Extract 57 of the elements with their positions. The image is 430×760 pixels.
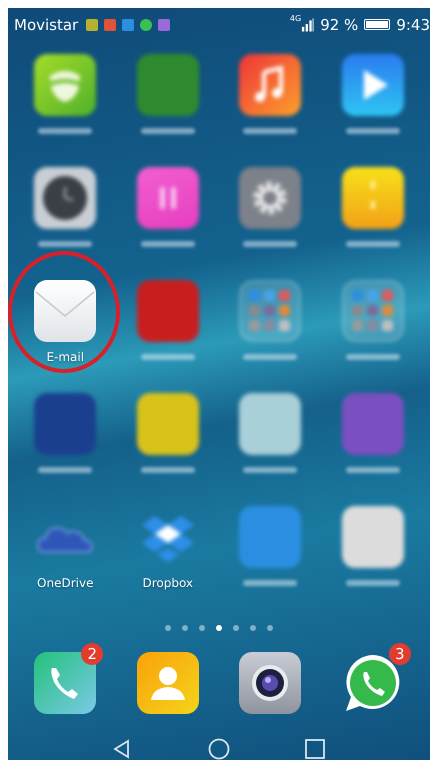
blurred-label [346, 467, 400, 474]
blurred-label [140, 241, 195, 248]
folder-icon[interactable] [239, 280, 302, 342]
notification-badge: 3 [388, 643, 411, 666]
page-indicator-dot[interactable] [233, 625, 239, 632]
app-label: OneDrive [37, 576, 94, 590]
shield-app-icon[interactable] [34, 54, 96, 116]
folder-icon[interactable] [342, 280, 404, 342]
page-indicator-dot[interactable] [250, 625, 256, 632]
page-indicator-dot[interactable] [182, 625, 188, 632]
blurred-label [346, 241, 400, 248]
clock-icon[interactable] [34, 167, 96, 230]
message-notification-icon [122, 18, 134, 31]
gear-icon[interactable] [239, 167, 302, 230]
page-indicator-dot[interactable] [216, 625, 222, 632]
page-indicator-dot[interactable] [165, 625, 171, 632]
blurred-label [140, 354, 195, 360]
blurred-label [140, 467, 195, 474]
network-type: 4G [290, 14, 302, 23]
battery-percentage: 92 % [320, 16, 358, 34]
carrier-name: Movistar [14, 16, 78, 34]
play-icon[interactable] [342, 54, 404, 116]
blurred-label [140, 128, 195, 134]
blurred-label [243, 354, 298, 360]
clock-time: 9:43 [396, 16, 430, 34]
blurred-label [346, 128, 400, 134]
file-box-icon[interactable] [342, 167, 404, 230]
blurred-label [38, 128, 92, 134]
blurred-label [243, 128, 298, 134]
blurred-label [346, 580, 400, 586]
app-icon[interactable] [239, 393, 302, 456]
blurred-label [38, 467, 92, 474]
person-icon[interactable] [136, 652, 199, 714]
battery-icon [364, 19, 390, 30]
recents-icon[interactable] [304, 738, 326, 760]
page-indicator-dot[interactable] [199, 625, 205, 632]
notification-badge: 2 [81, 643, 104, 666]
blurred-label [243, 241, 298, 248]
camera-lens-icon[interactable] [239, 652, 302, 714]
app-icon[interactable] [342, 506, 404, 568]
music-note-icon[interactable] [239, 54, 302, 116]
cleaner-notification-icon [86, 18, 98, 31]
blurred-label [243, 580, 298, 586]
app-icon[interactable] [136, 393, 199, 456]
missed-call-notification-icon [104, 18, 116, 31]
home-icon[interactable] [208, 738, 230, 760]
signal-icon [301, 18, 314, 32]
gallery-notification-icon [158, 18, 170, 31]
blurred-label [346, 354, 400, 360]
page-indicator-dot[interactable] [267, 625, 273, 632]
blurred-label [38, 241, 92, 248]
calendar-icon[interactable] [136, 167, 199, 230]
app-label: E-mail [46, 350, 84, 364]
envelope-icon[interactable] [34, 280, 96, 342]
whatsapp-notification-icon [140, 18, 152, 31]
app-label: Dropbox [142, 576, 194, 590]
blurred-label [243, 467, 298, 474]
